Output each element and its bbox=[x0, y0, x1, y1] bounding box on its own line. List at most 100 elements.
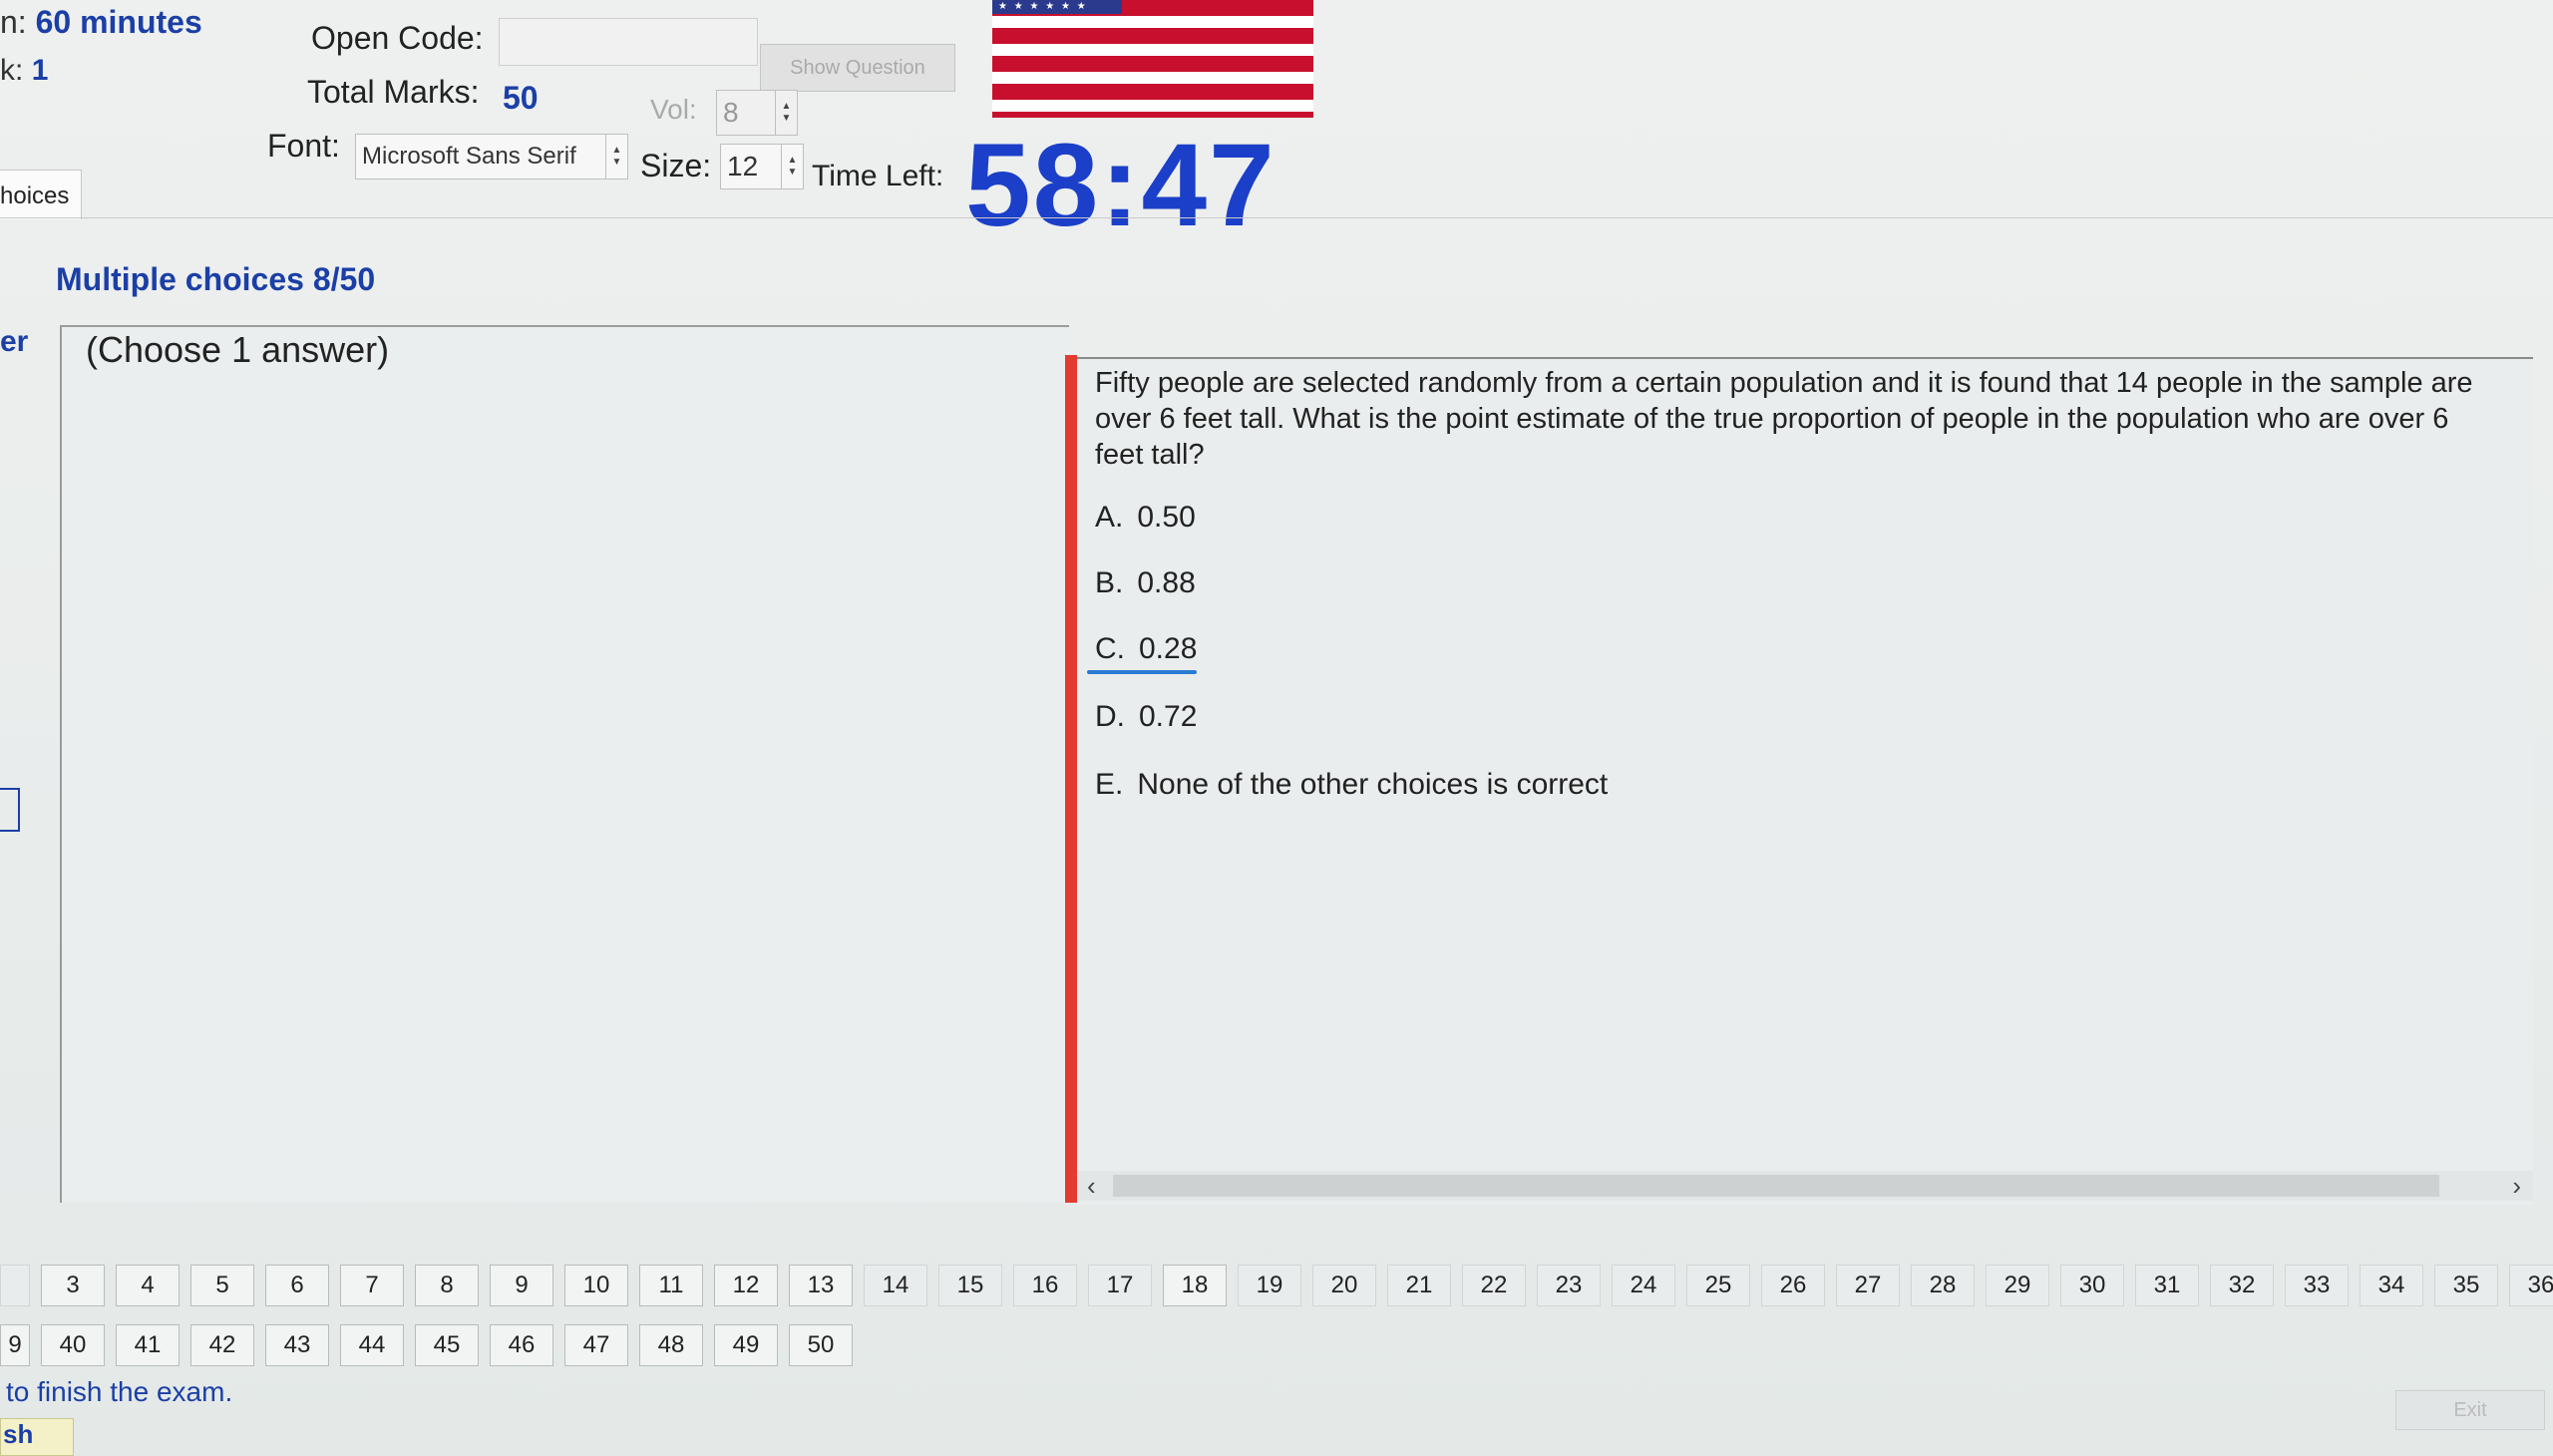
open-code-label: Open Code: bbox=[311, 20, 484, 56]
question-nav-button-24[interactable]: 24 bbox=[1612, 1265, 1675, 1306]
choose-instruction: (Choose 1 answer) bbox=[86, 329, 390, 370]
question-nav-button-28[interactable]: 28 bbox=[1911, 1265, 1975, 1306]
size-stepper[interactable]: 12 ▲ ▼ bbox=[720, 144, 804, 189]
total-marks-value: 50 bbox=[503, 80, 539, 116]
scroll-right-icon[interactable]: › bbox=[2512, 1171, 2521, 1202]
question-nav-button-49[interactable]: 49 bbox=[714, 1324, 778, 1366]
question-nav-button-11[interactable]: 11 bbox=[639, 1265, 703, 1306]
option-d[interactable]: D. 0.72 bbox=[1095, 700, 1197, 734]
flag-stars-icon: ★ ★ ★ ★ ★ ★ bbox=[992, 0, 1122, 14]
option-text: 0.72 bbox=[1139, 700, 1198, 733]
question-nav-button-47[interactable]: 47 bbox=[564, 1324, 628, 1366]
question-nav-button-33[interactable]: 33 bbox=[2285, 1265, 2349, 1306]
question-nav-button-35[interactable]: 35 bbox=[2434, 1265, 2498, 1306]
panel-splitter[interactable] bbox=[1065, 355, 1077, 1203]
scroll-left-icon[interactable]: ‹ bbox=[1087, 1171, 1096, 1202]
font-value: Microsoft Sans Serif bbox=[362, 143, 576, 170]
option-letter: E. bbox=[1095, 768, 1124, 801]
desk-value: 1 bbox=[31, 54, 49, 87]
size-arrows-icon[interactable]: ▲ ▼ bbox=[781, 145, 803, 188]
question-nav-button[interactable] bbox=[0, 1265, 30, 1306]
duration-value: 60 minutes bbox=[35, 4, 202, 40]
option-e[interactable]: E. None of the other choices is correct bbox=[1095, 768, 1608, 802]
question-nav-button-34[interactable]: 34 bbox=[2360, 1265, 2423, 1306]
question-text: Fifty people are selected randomly from … bbox=[1095, 367, 2473, 471]
question-nav-button-3[interactable]: 3 bbox=[41, 1265, 105, 1306]
question-nav-button-30[interactable]: 30 bbox=[2060, 1265, 2124, 1306]
question-nav-button-42[interactable]: 42 bbox=[190, 1324, 254, 1366]
question-nav-button-13[interactable]: 13 bbox=[789, 1265, 853, 1306]
show-question-button[interactable]: Show Question bbox=[760, 44, 955, 92]
option-letter: D. bbox=[1095, 700, 1125, 733]
question-nav-button[interactable]: 9 bbox=[0, 1324, 30, 1366]
question-nav-button-16[interactable]: 16 bbox=[1013, 1265, 1077, 1306]
vol-arrows-icon[interactable]: ▲ ▼ bbox=[775, 91, 797, 135]
side-marker-icon bbox=[0, 788, 20, 832]
open-code-input[interactable] bbox=[499, 18, 758, 66]
question-nav-button-50[interactable]: 50 bbox=[789, 1324, 853, 1366]
question-nav-button-48[interactable]: 48 bbox=[639, 1324, 703, 1366]
option-a[interactable]: A. 0.50 bbox=[1095, 501, 1196, 535]
option-letter: C. bbox=[1095, 632, 1125, 665]
question-nav-button-29[interactable]: 29 bbox=[1986, 1265, 2049, 1306]
question-nav-button-4[interactable]: 4 bbox=[116, 1265, 180, 1306]
question-nav-button-45[interactable]: 45 bbox=[415, 1324, 479, 1366]
tab-divider bbox=[0, 217, 2553, 218]
total-marks-label: Total Marks: bbox=[307, 74, 480, 110]
question-nav-button-18[interactable]: 18 bbox=[1163, 1265, 1227, 1306]
us-flag-icon: ★ ★ ★ ★ ★ ★ bbox=[992, 0, 1313, 118]
option-letter: A. bbox=[1095, 501, 1124, 534]
question-nav-button-12[interactable]: 12 bbox=[714, 1265, 778, 1306]
question-nav-button-23[interactable]: 23 bbox=[1537, 1265, 1601, 1306]
finish-button[interactable]: sh bbox=[0, 1418, 74, 1456]
time-left-label: Time Left: bbox=[812, 160, 944, 192]
question-nav-button-9[interactable]: 9 bbox=[490, 1265, 553, 1306]
question-nav-button-15[interactable]: 15 bbox=[938, 1265, 1002, 1306]
desk: k: 1 bbox=[0, 54, 48, 88]
question-nav-row-2: 9 40 41 42 43 44 45 46 47 48 49 50 bbox=[0, 1324, 864, 1366]
option-text: 0.28 bbox=[1139, 632, 1198, 665]
finish-instruction: to finish the exam. bbox=[6, 1376, 233, 1407]
desk-label: k: bbox=[0, 54, 24, 87]
vol-value: 8 bbox=[723, 97, 739, 128]
font-selector[interactable]: Microsoft Sans Serif ▲ ▼ bbox=[355, 134, 628, 180]
font-arrows-icon[interactable]: ▲ ▼ bbox=[605, 135, 627, 179]
question-nav-button-25[interactable]: 25 bbox=[1686, 1265, 1750, 1306]
size-value: 12 bbox=[727, 151, 759, 182]
question-nav-button-46[interactable]: 46 bbox=[490, 1324, 553, 1366]
tab-multiple-choices[interactable]: hoices bbox=[0, 170, 82, 219]
question-nav-button-36[interactable]: 36 bbox=[2509, 1265, 2553, 1306]
scroll-thumb[interactable] bbox=[1113, 1175, 2439, 1197]
answer-panel[interactable]: (Choose 1 answer) bbox=[60, 325, 1069, 1203]
question-nav-button-6[interactable]: 6 bbox=[265, 1265, 329, 1306]
duration: n: 60 minutes bbox=[0, 4, 202, 41]
exit-button[interactable]: Exit bbox=[2395, 1390, 2545, 1430]
question-panel: Fifty people are selected randomly from … bbox=[1077, 357, 2533, 1205]
question-nav-button-27[interactable]: 27 bbox=[1836, 1265, 1900, 1306]
countdown-timer: 58:47 bbox=[965, 120, 1276, 251]
answer-label-cut: er bbox=[0, 325, 29, 358]
question-nav-button-5[interactable]: 5 bbox=[190, 1265, 254, 1306]
question-nav-button-32[interactable]: 32 bbox=[2210, 1265, 2274, 1306]
question-nav-button-20[interactable]: 20 bbox=[1312, 1265, 1376, 1306]
question-nav-button-17[interactable]: 17 bbox=[1088, 1265, 1152, 1306]
question-nav-button-14[interactable]: 14 bbox=[864, 1265, 927, 1306]
option-b[interactable]: B. 0.88 bbox=[1095, 566, 1196, 600]
question-nav-button-41[interactable]: 41 bbox=[116, 1324, 180, 1366]
question-nav-button-31[interactable]: 31 bbox=[2135, 1265, 2199, 1306]
question-nav-button-7[interactable]: 7 bbox=[340, 1265, 404, 1306]
question-nav-button-10[interactable]: 10 bbox=[564, 1265, 628, 1306]
question-nav-button-26[interactable]: 26 bbox=[1761, 1265, 1825, 1306]
option-letter: B. bbox=[1095, 566, 1124, 599]
question-nav-button-44[interactable]: 44 bbox=[340, 1324, 404, 1366]
question-nav-button-8[interactable]: 8 bbox=[415, 1265, 479, 1306]
question-nav-button-43[interactable]: 43 bbox=[265, 1324, 329, 1366]
question-nav-button-21[interactable]: 21 bbox=[1387, 1265, 1451, 1306]
question-nav-button-40[interactable]: 40 bbox=[41, 1324, 105, 1366]
option-text: None of the other choices is correct bbox=[1137, 768, 1609, 801]
question-nav-button-19[interactable]: 19 bbox=[1238, 1265, 1301, 1306]
question-nav-button-22[interactable]: 22 bbox=[1462, 1265, 1526, 1306]
option-c[interactable]: C. 0.28 bbox=[1095, 632, 1197, 666]
horizontal-scrollbar[interactable]: ‹ › bbox=[1077, 1171, 2533, 1201]
vol-stepper[interactable]: 8 ▲ ▼ bbox=[716, 90, 798, 136]
